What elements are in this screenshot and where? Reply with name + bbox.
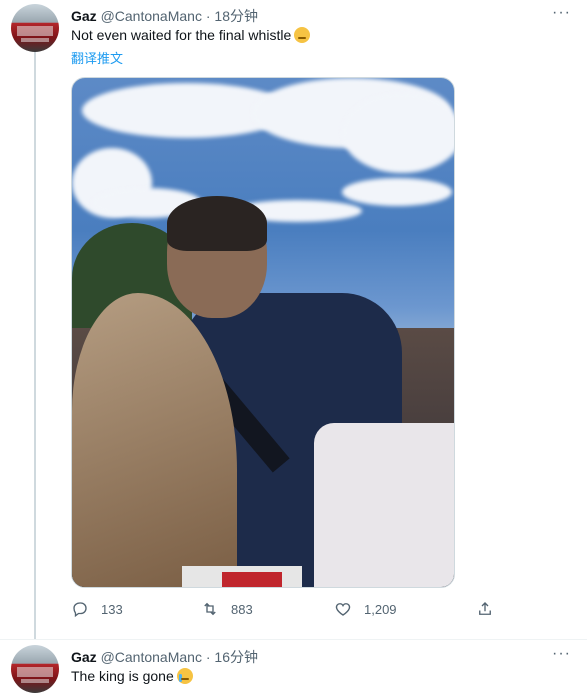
like-button[interactable]: 1,209 <box>334 600 397 618</box>
retweet-icon <box>204 602 216 616</box>
author-name[interactable]: Gaz <box>71 649 97 665</box>
more-options-icon[interactable]: ··· <box>552 645 571 663</box>
avatar[interactable] <box>11 645 59 693</box>
backpack <box>314 423 454 587</box>
reply-button[interactable]: 133 <box>71 600 123 618</box>
tweet-divider <box>0 639 587 640</box>
tweet-text: The king is gone <box>71 668 193 684</box>
separator-dot: · <box>205 649 211 665</box>
share-button[interactable] <box>476 600 506 618</box>
more-options-icon[interactable]: ··· <box>552 4 571 22</box>
translate-link[interactable]: 翻译推文 <box>71 48 123 67</box>
crying-face-emoji <box>176 668 193 684</box>
author-handle[interactable]: @CantonaManc <box>101 649 202 665</box>
tweet-text-content: Not even waited for the final whistle <box>71 27 292 43</box>
avatar-detail <box>17 26 53 36</box>
reply-icon <box>73 602 87 618</box>
tweet-actions: 133 883 1,209 <box>71 600 491 622</box>
share-icon <box>479 602 491 615</box>
tweet-time[interactable]: 18分钟 <box>214 8 258 24</box>
thread-connector-line <box>34 52 36 640</box>
person-hair <box>167 196 267 251</box>
tweet-text: Not even waited for the final whistle <box>71 27 311 43</box>
shirt-stripe <box>222 572 282 587</box>
cloud <box>342 93 454 173</box>
tweet-text-content: The king is gone <box>71 668 174 684</box>
tweet-header: Gaz @CantonaManc · 18分钟 <box>71 6 258 26</box>
avatar[interactable] <box>11 4 59 52</box>
avatar-detail <box>21 38 49 42</box>
author-name[interactable]: Gaz <box>71 8 97 24</box>
tweet-header: Gaz @CantonaManc · 16分钟 <box>71 647 258 667</box>
reply-count: 133 <box>101 601 123 617</box>
separator-dot: · <box>205 8 211 24</box>
like-icon <box>335 603 351 616</box>
retweet-count: 883 <box>231 601 253 617</box>
cloud <box>342 178 452 206</box>
tweet-photo[interactable] <box>71 77 455 588</box>
like-count: 1,209 <box>364 601 397 617</box>
pensive-face-emoji <box>294 27 311 43</box>
author-handle[interactable]: @CantonaManc <box>101 8 202 24</box>
retweet-button[interactable]: 883 <box>201 600 253 618</box>
avatar-detail <box>21 679 49 683</box>
avatar-detail <box>17 667 53 677</box>
tweet-time[interactable]: 16分钟 <box>214 649 258 665</box>
